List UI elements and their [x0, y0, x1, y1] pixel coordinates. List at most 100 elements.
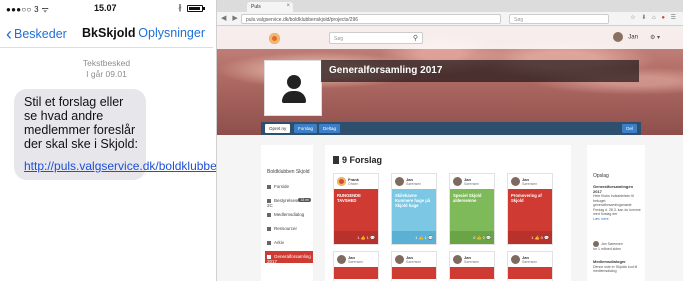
posts-heading: Opslag [593, 173, 609, 179]
conversation-title: BkSkjold [82, 26, 136, 40]
author-name: Jan Sørensen [601, 241, 623, 246]
phone-screen: ●●●○○ 3 ᯤ 15.07 ∦ ‹ Beskeder BkSkjold Opl… [0, 0, 254, 281]
close-tab-icon[interactable]: × [286, 3, 290, 9]
info-button[interactable]: Oplysninger [138, 26, 205, 40]
proposals-heading: 9 Forslag [333, 155, 382, 165]
sidebar-item-label: Ressourcer [274, 226, 298, 231]
read-more-link[interactable]: Læs mere [593, 217, 609, 221]
home-icon [267, 184, 271, 189]
club-name: Boldklubben Skjold [267, 169, 310, 175]
avatar [511, 177, 520, 186]
proposals-count: 9 Forslag [342, 155, 383, 165]
site-search-input[interactable]: Søg ⚲ [329, 32, 423, 44]
carrier-signal: ●●●○○ 3 ᯤ [6, 5, 50, 14]
user-name: Jan [628, 34, 638, 41]
nav-arrows-icon[interactable]: ◀ ▶ [221, 14, 240, 22]
message-link[interactable]: http://puls.valgservice.dk/boldklubbensk… [24, 159, 254, 173]
post-author: Jan Sørensen for 1 måned siden [593, 241, 641, 252]
browser-search-field[interactable]: Søg [509, 14, 609, 24]
avatar [453, 177, 462, 186]
sidebar-item-label: Forside [274, 184, 290, 189]
author-surname: Sørensen [406, 182, 422, 186]
proposal-title: Skilehavne Kunmere hage på Skjold hage [392, 189, 436, 231]
proposals-button[interactable]: Forslag [294, 124, 318, 133]
post-item[interactable]: Generalforsamlingen 2017 Hele Klubs indk… [593, 184, 641, 221]
proposal-card[interactable]: Jan Sørensen Skilehavne Kunmere hage på … [391, 173, 437, 245]
author-surname: Ohsen [348, 182, 359, 186]
sidebar-item-arkiv[interactable]: Arkiv [265, 237, 313, 249]
page-title: Generalforsamling 2017 [321, 60, 639, 82]
web-page: Søg ⚲ Jan ⚙ ▾ Generalforsamling 2017 Opret… [217, 27, 683, 281]
avatar [613, 32, 624, 42]
sidebar-item-forside[interactable]: Forside [265, 181, 313, 193]
avatar [337, 255, 346, 264]
messages-nav-bar: ‹ Beskeder BkSkjold Oplysninger [0, 20, 213, 48]
proposal-title [334, 267, 378, 279]
proposal-card[interactable]: Jan Sørensen [449, 251, 495, 281]
author-surname: Sørensen [348, 260, 364, 264]
proposal-card[interactable]: Jan Sørensen Promovering af Skjold 1 👍 0… [507, 173, 553, 245]
proposal-card[interactable]: Jan Sørensen [391, 251, 437, 281]
browser-tab[interactable]: Puls × [247, 2, 293, 12]
url-bar: ◀ ▶ puls.valgservice.dk/boldklubbenskjol… [217, 12, 683, 26]
proposals-panel: 9 Forslag Frank Ohsen RUNGENDE TAVSHED 1… [325, 145, 571, 281]
bluetooth-icon: ∦ [178, 3, 182, 12]
proposal-title [508, 267, 552, 279]
project-image [264, 60, 322, 116]
author-surname: Sørensen [522, 260, 538, 264]
proposal-stats: 0 👍 0 💬 [450, 231, 494, 244]
sidebar-item-label: Arkiv [274, 240, 284, 245]
message-meta: Tekstbesked I går 09.01 [0, 58, 213, 80]
chat-icon [267, 212, 271, 217]
folder-icon [267, 226, 271, 231]
post-text: Hele Klubs indkaldelsen til bekuget gene… [593, 194, 641, 216]
back-label: Beskeder [14, 27, 67, 41]
proposal-title: Speciel Skjold aldersemne [450, 189, 494, 231]
left-sidebar: Boldklubben Skjold Forside Bestyrelsesmø… [261, 145, 313, 281]
proposal-card[interactable]: Frank Ohsen RUNGENDE TAVSHED 1 👍 1 💬 [333, 173, 379, 245]
address-field[interactable]: puls.valgservice.dk/boldklubbenskjold/pr… [241, 14, 501, 24]
proposal-title [450, 267, 494, 279]
author-surname: Sørensen [522, 182, 538, 186]
proposal-title [392, 267, 436, 279]
avatar [511, 255, 520, 264]
post-title: Medlemsdialoger [593, 259, 626, 264]
sidebar-item-generalforsamling[interactable]: Generalforsamling 2017 [265, 251, 313, 264]
search-icon[interactable]: ⚲ [413, 34, 418, 42]
author-surname: Sørensen [464, 182, 480, 186]
site-logo[interactable] [269, 33, 280, 44]
join-button[interactable]: Deltag [319, 124, 341, 133]
author-surname: Sørensen [406, 260, 422, 264]
sidebar-item-ressourcer[interactable]: Ressourcer [265, 223, 313, 235]
sidebar-item-medlemsdialog[interactable]: Medlemsdialog [265, 209, 313, 221]
message-timestamp: I går 09.01 [86, 69, 127, 79]
browser-window: Puls × ◀ ▶ puls.valgservice.dk/boldklubbe… [216, 0, 683, 281]
back-button[interactable]: ‹ Beskeder [6, 25, 67, 43]
proposal-card[interactable]: Jan Sørensen [333, 251, 379, 281]
toolbar-icons[interactable]: ☆ ⬇ ⌂ ● ☰ [630, 14, 678, 21]
user-menu[interactable]: Jan ⚙ ▾ [613, 32, 660, 42]
battery-icon [187, 5, 205, 12]
proposal-card[interactable]: Jan Sørensen Speciel Skjold aldersemne 0… [449, 173, 495, 245]
gear-icon[interactable]: ⚙ ▾ [650, 35, 660, 41]
post-title: Generalforsamlingen 2017 [593, 184, 634, 194]
right-sidebar: Opslag Generalforsamlingen 2017 Hele Klu… [587, 145, 645, 281]
sidebar-item-label: Medlemsdialog [274, 212, 305, 217]
post-item[interactable]: Medlemsdialoger Denne side er Skjolds ku… [593, 259, 641, 274]
create-button[interactable]: Opret ny [265, 124, 291, 133]
archive-icon [267, 240, 271, 245]
person-icon [287, 75, 301, 89]
proposal-stats: 1 👍 0 💬 [508, 231, 552, 244]
proposal-card[interactable]: Jan Sørensen [507, 251, 553, 281]
avatar [395, 255, 404, 264]
sidebar-badge: 33 mi [298, 198, 311, 202]
avatar [453, 255, 462, 264]
author-surname: Sørensen [464, 260, 480, 264]
share-button[interactable]: Del [622, 124, 637, 133]
sidebar-item-label: Generalforsamling 2017 [267, 254, 311, 264]
sidebar-item-bestyrelse[interactable]: Bestyrelsesmøde 2C 33 mi [265, 195, 313, 208]
avatar [395, 177, 404, 186]
site-search-placeholder: Søg [334, 36, 344, 42]
message-text: Stil et forslag eller se hvad andre medl… [24, 95, 138, 151]
site-top-nav: Søg ⚲ Jan ⚙ ▾ [217, 27, 683, 49]
